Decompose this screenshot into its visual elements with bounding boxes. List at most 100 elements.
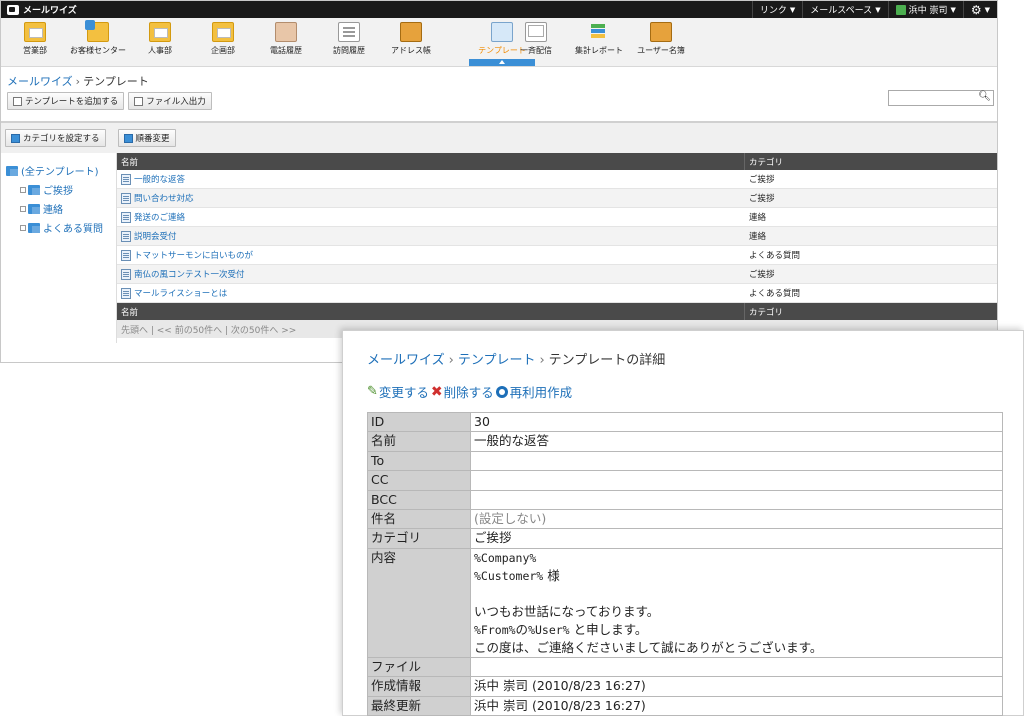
expand-icon[interactable] [20, 186, 26, 193]
row-name-label[interactable]: 発送のご連絡 [134, 211, 185, 223]
reorder-icon [123, 133, 133, 143]
tree-item-greeting[interactable]: ご挨拶 [6, 180, 116, 199]
body-line: いつもお世話になっております。 [474, 603, 660, 619]
folder-blue-icon [85, 20, 109, 42]
app-broadcast[interactable]: 一斉配信 [504, 20, 568, 56]
row-name[interactable]: 発送のご連絡 [117, 211, 745, 223]
table-row[interactable]: 発送のご連絡 連絡 [117, 208, 997, 227]
app-label: 一斉配信 [520, 46, 552, 55]
file-io-button[interactable]: ファイル入出力 [128, 92, 212, 110]
table-row[interactable]: 南仏の風コンテスト一次受付 ご挨拶 [117, 265, 997, 284]
row-name[interactable]: 問い合わせ対応 [117, 192, 745, 204]
row-name-label[interactable]: 問い合わせ対応 [134, 192, 194, 204]
row-name[interactable]: マールライスショーとは [117, 287, 745, 299]
row-category: 連絡 [749, 213, 767, 223]
column-footer-category[interactable]: カテゴリ [745, 306, 783, 318]
app-sales[interactable]: 営業部 [3, 20, 67, 56]
row-name-label[interactable]: 一般的な返答 [134, 173, 185, 185]
field-row-name: 名前 一般的な返答 [367, 431, 1003, 452]
app-logo-icon [7, 4, 19, 15]
app-label: 営業部 [23, 46, 47, 55]
row-name[interactable]: トマットサーモンに白いものが [117, 249, 745, 261]
app-user-list[interactable]: ユーザー名簿 [629, 20, 693, 56]
document-icon [121, 173, 131, 185]
column-header-category[interactable]: カテゴリ [745, 156, 783, 168]
field-row-subject: 件名 (設定しない) [367, 508, 1003, 530]
table-row[interactable]: マールライスショーとは よくある質問 [117, 284, 997, 303]
table-row[interactable]: 説明会受付 連絡 [117, 227, 997, 246]
document-icon [121, 192, 131, 204]
field-label: CC [367, 470, 471, 491]
set-category-label: カテゴリを設定する [23, 134, 100, 144]
template-grid: 名前 カテゴリ 一般的な返答 ご挨拶 問い合わせ対応 ご挨拶 発送のご連絡 連絡 説明会… [117, 153, 997, 338]
tree-item-all[interactable]: (全テンプレート) [6, 161, 116, 180]
breadcrumb: メールワイズ › テンプレート [1, 67, 997, 88]
folder-icon [6, 165, 18, 176]
pencil-icon: ✎ [367, 384, 378, 399]
body-line: %From%の%User% と申します。 [474, 621, 648, 637]
tree-item-label: よくある質問 [43, 224, 103, 235]
body-line-placeholder: %Customer% [474, 568, 544, 583]
tree-item-contact[interactable]: 連絡 [6, 199, 116, 218]
menu-mailspace[interactable]: メールスペース ▼ [802, 1, 887, 18]
app-label: ユーザー名簿 [637, 46, 685, 55]
app-customer-center[interactable]: お客様センター [66, 20, 130, 56]
app-planning[interactable]: 企画部 [191, 20, 255, 56]
reorder-button[interactable]: 順番変更 [117, 129, 176, 147]
document-icon [121, 230, 131, 242]
field-row-bcc: BCC [367, 489, 1003, 510]
expand-icon[interactable] [20, 205, 26, 212]
table-row[interactable]: 問い合わせ対応 ご挨拶 [117, 189, 997, 208]
field-value-body: %Company% %Customer% 様 いつもお世話になっております。 %… [470, 547, 1003, 658]
settings-menu[interactable]: ⚙ ▼ [962, 1, 997, 18]
app-report[interactable]: 集計レポート [567, 20, 631, 56]
app-hr[interactable]: 人事部 [128, 20, 192, 56]
menu-user[interactable]: 浜中 崇司 ▼ [887, 1, 963, 18]
detail-breadcrumb-mid[interactable]: テンプレート [458, 353, 536, 368]
app-phone-log[interactable]: 電話履歴 [254, 20, 318, 56]
reuse-icon [495, 385, 508, 398]
tree-item-label: 連絡 [43, 205, 63, 216]
search-icon[interactable]: 🔍︎ [978, 91, 991, 102]
search-input[interactable]: 🔍︎ [888, 90, 994, 106]
table-row[interactable]: 一般的な返答 ご挨拶 [117, 170, 997, 189]
row-category: よくある質問 [749, 289, 801, 299]
field-value-id: 30 [470, 411, 1003, 433]
detail-breadcrumb-root[interactable]: メールワイズ [367, 353, 445, 368]
field-label: 内容 [367, 547, 471, 658]
row-name-label[interactable]: マールライスショーとは [134, 287, 227, 299]
delete-button[interactable]: ✖ 削除する [431, 382, 494, 401]
main-window: メールワイズ リンク ▼ メールスペース ▼ 浜中 崇司 ▼ ⚙ ▼ 営業部 お客様セン… [0, 0, 998, 363]
app-visit-log[interactable]: 訪問履歴 [317, 20, 381, 56]
row-name-label[interactable]: 説明会受付 [134, 230, 177, 242]
table-row[interactable]: トマットサーモンに白いものが よくある質問 [117, 246, 997, 265]
field-row-created: 作成情報 浜中 崇司 (2010/8/23 16:27) [367, 676, 1003, 697]
detail-breadcrumb: メールワイズ › テンプレート › テンプレートの詳細 [367, 349, 665, 368]
add-template-button[interactable]: テンプレートを追加する [7, 92, 125, 110]
set-category-button[interactable]: カテゴリを設定する [5, 129, 106, 147]
delete-label: 削除する [443, 385, 494, 400]
row-name[interactable]: 南仏の風コンテスト一次受付 [117, 268, 745, 280]
row-name[interactable]: 説明会受付 [117, 230, 745, 242]
edit-button[interactable]: ✎ 変更する [367, 382, 429, 401]
field-label: 名前 [367, 431, 471, 452]
tree-item-faq[interactable]: よくある質問 [6, 218, 116, 237]
row-name-label[interactable]: トマットサーモンに白いものが [134, 249, 253, 261]
category-icon [11, 133, 20, 143]
field-value-file [470, 656, 1003, 678]
column-header-name[interactable]: 名前 [117, 153, 745, 170]
caret-down-icon: ▼ [950, 5, 956, 14]
folder-icon [212, 22, 234, 42]
menu-mailspace-label: メールスペース [810, 6, 873, 16]
column-footer-name[interactable]: 名前 [117, 303, 745, 320]
user-icon [895, 4, 906, 15]
app-label: 人事部 [148, 46, 172, 55]
menu-link[interactable]: リンク ▼ [751, 1, 802, 18]
reuse-button[interactable]: 再利用作成 [495, 382, 572, 401]
row-name[interactable]: 一般的な返答 [117, 173, 745, 185]
app-address-book[interactable]: アドレス帳 [379, 20, 443, 56]
brand[interactable]: メールワイズ [1, 3, 77, 16]
row-name-label[interactable]: 南仏の風コンテスト一次受付 [134, 268, 245, 280]
expand-icon[interactable] [20, 224, 26, 231]
field-value-subject: (設定しない) [470, 508, 1003, 530]
